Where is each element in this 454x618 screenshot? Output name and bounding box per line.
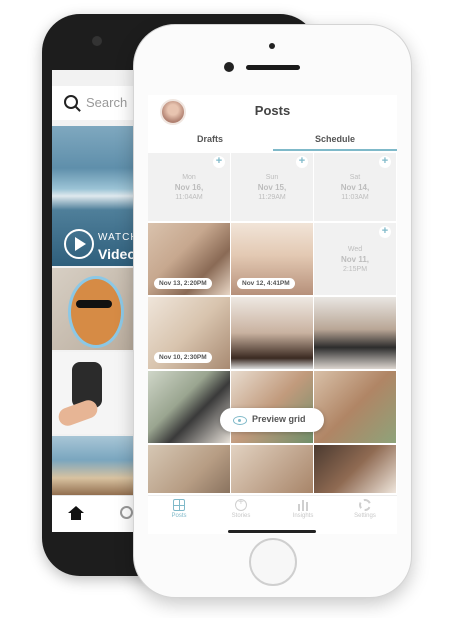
video-label: Video — [98, 246, 136, 262]
nav-stories[interactable]: Stories — [210, 497, 272, 527]
tab-drafts[interactable]: Drafts — [148, 129, 272, 151]
post-grid: + Mon Nov 16, 11:04AM + Sun Nov 15, 11:2… — [148, 153, 397, 493]
published-post[interactable] — [314, 297, 396, 369]
nav-insights[interactable]: Insights — [272, 499, 334, 527]
add-post-icon[interactable]: + — [296, 156, 308, 168]
add-story-icon — [235, 497, 247, 511]
search-icon — [64, 95, 78, 109]
published-post[interactable] — [231, 371, 313, 443]
front-camera — [224, 62, 234, 72]
add-post-icon[interactable]: + — [379, 226, 391, 238]
tab-label: Schedule — [314, 134, 355, 144]
bottom-nav: Posts Stories Insights Settings — [148, 495, 397, 528]
eye-icon — [233, 416, 247, 425]
grid-icon — [173, 499, 185, 511]
explore-cat-tile[interactable] — [52, 268, 136, 350]
slot-date: Nov 11, — [340, 255, 369, 264]
schedule-slot[interactable]: + Sun Nov 15, 11:29AM — [231, 153, 313, 221]
back-camera — [92, 36, 102, 46]
add-post-icon[interactable]: + — [213, 156, 225, 168]
hand-image — [56, 397, 100, 429]
nav-settings[interactable]: Settings — [334, 499, 396, 527]
nav-label: Stories — [231, 513, 251, 519]
published-post[interactable] — [148, 445, 230, 493]
published-post[interactable] — [314, 371, 396, 443]
home-button[interactable] — [249, 538, 297, 586]
post-date-badge: Nov 12, 4:41PM — [237, 278, 295, 289]
slot-time: 11:04AM — [175, 194, 203, 201]
schedule-slot[interactable]: + Sat Nov 14, 11:03AM — [314, 153, 396, 221]
slot-day: Mon — [182, 174, 196, 181]
post-date-badge: Nov 13, 2:20PM — [154, 278, 212, 289]
slot-date: Nov 14, — [340, 183, 370, 192]
nav-posts[interactable]: Posts — [148, 499, 210, 527]
home-icon[interactable] — [68, 506, 84, 520]
cat-image — [68, 276, 124, 348]
tab-schedule[interactable]: Schedule — [273, 129, 397, 151]
explore-food-tile[interactable] — [52, 436, 136, 496]
search-input[interactable]: Search — [86, 95, 127, 110]
preview-grid-button[interactable]: Preview grid — [220, 408, 324, 432]
sunglasses — [76, 300, 112, 308]
slot-day: Sun — [265, 174, 279, 181]
nav-label: Insights — [292, 513, 314, 519]
scheduled-post[interactable]: Nov 12, 4:41PM — [231, 223, 313, 295]
search-icon[interactable] — [120, 506, 133, 519]
app-screen: Posts Drafts Schedule + Mon Nov 16, 11:0… — [148, 95, 397, 534]
proximity-sensor — [269, 43, 275, 49]
published-post[interactable] — [231, 445, 313, 493]
home-indicator — [228, 530, 316, 533]
slot-time: 11:29AM — [258, 194, 286, 201]
play-icon[interactable] — [64, 229, 94, 259]
post-date-badge: Nov 10, 2:30PM — [154, 352, 212, 363]
published-post[interactable] — [231, 297, 313, 369]
explore-dog-tile[interactable] — [52, 352, 136, 434]
schedule-slot[interactable]: + Mon Nov 16, 11:04AM — [148, 153, 230, 221]
published-post[interactable] — [314, 445, 396, 493]
add-post-icon[interactable]: + — [379, 156, 391, 168]
scheduled-post[interactable]: Nov 10, 2:30PM — [148, 297, 230, 369]
front-phone: Posts Drafts Schedule + Mon Nov 16, 11:0… — [133, 24, 412, 598]
schedule-slot[interactable]: + Wed Nov 11, 2:15PM — [314, 223, 396, 295]
gear-icon — [359, 499, 371, 511]
preview-grid-label: Preview grid — [252, 414, 306, 424]
nav-label: Settings — [354, 513, 376, 519]
active-tab-indicator — [273, 149, 397, 151]
published-post[interactable] — [148, 371, 230, 443]
tab-label: Drafts — [196, 134, 223, 144]
page-title: Posts — [254, 103, 291, 118]
tab-bar: Drafts Schedule — [148, 129, 397, 151]
slot-date: Nov 16, — [174, 183, 204, 192]
bar-chart-icon — [297, 499, 309, 511]
slot-time: 11:03AM — [341, 194, 369, 201]
slot-day: Sat — [349, 174, 361, 181]
slot-day: Wed — [347, 246, 363, 253]
slot-date: Nov 15, — [257, 183, 287, 192]
slot-time: 2:15PM — [342, 266, 368, 273]
earpiece-speaker — [246, 65, 300, 70]
nav-label: Posts — [171, 513, 187, 519]
app-header: Posts — [148, 95, 397, 127]
scheduled-post[interactable]: Nov 13, 2:20PM — [148, 223, 230, 295]
